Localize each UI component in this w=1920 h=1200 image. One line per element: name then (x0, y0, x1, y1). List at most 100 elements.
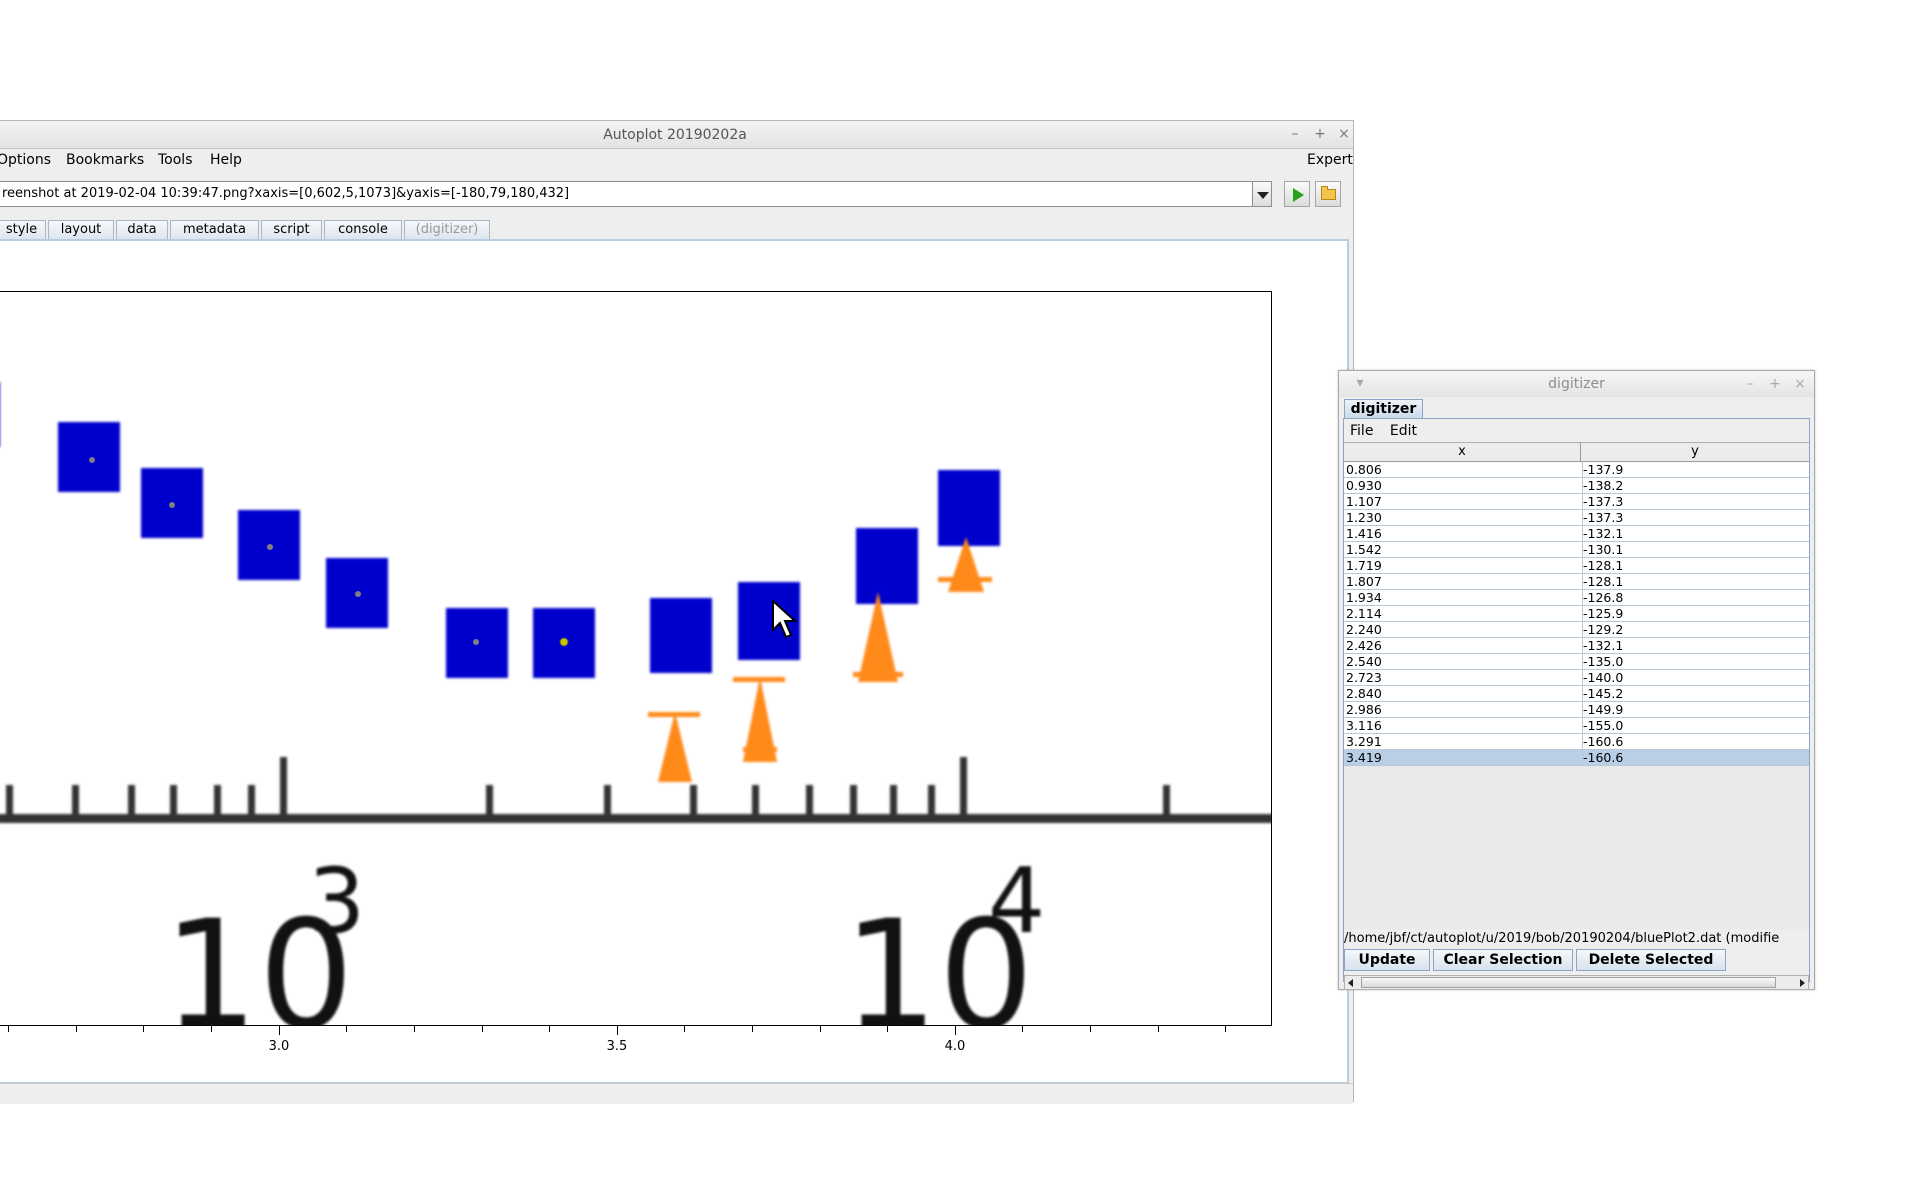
tab-script[interactable]: script (261, 220, 322, 239)
table-row[interactable]: 2.426 -132.1 (1344, 638, 1809, 654)
table-row[interactable]: 1.107 -137.3 (1344, 494, 1809, 510)
minimize-icon[interactable]: – (1288, 126, 1302, 142)
tab-digitizer-panel[interactable]: digitizer (1344, 399, 1423, 419)
cell-x[interactable]: 1.107 (1344, 494, 1583, 509)
menu-edit[interactable]: Edit (1390, 423, 1417, 439)
table-row[interactable]: 3.291 -160.6 (1344, 734, 1809, 750)
cell-y[interactable]: -129.2 (1581, 622, 1809, 637)
cell-x[interactable]: 1.807 (1344, 574, 1583, 589)
table-row[interactable]: 2.240 -129.2 (1344, 622, 1809, 638)
cell-y[interactable]: -137.3 (1581, 494, 1809, 509)
plot-area[interactable]: 10 3 10 4 (0, 291, 1272, 1026)
tab-console[interactable]: console (324, 220, 402, 239)
cell-y[interactable]: -137.3 (1581, 510, 1809, 525)
close-icon[interactable]: × (1793, 376, 1807, 392)
cell-y[interactable]: -149.9 (1581, 702, 1809, 717)
cell-y[interactable]: -135.0 (1581, 654, 1809, 669)
table-row[interactable]: 2.723 -140.0 (1344, 670, 1809, 686)
menu-file[interactable]: File (1350, 423, 1373, 439)
cell-y[interactable]: -140.0 (1581, 670, 1809, 685)
cell-y[interactable]: -128.1 (1581, 574, 1809, 589)
cell-x[interactable]: 1.542 (1344, 542, 1583, 557)
table-row[interactable]: 1.934 -126.8 (1344, 590, 1809, 606)
cell-x[interactable]: 1.230 (1344, 510, 1583, 525)
cell-x[interactable]: 3.291 (1344, 734, 1583, 749)
maximize-icon[interactable]: + (1313, 126, 1327, 142)
table-row[interactable]: 1.230 -137.3 (1344, 510, 1809, 526)
update-button[interactable]: Update (1344, 949, 1430, 971)
cell-y[interactable]: -132.1 (1581, 526, 1809, 541)
table-row[interactable]: 0.806 -137.9 (1344, 462, 1809, 478)
cell-x[interactable]: 0.930 (1344, 478, 1583, 493)
cell-y[interactable]: -137.9 (1581, 462, 1809, 477)
digitizer-title-bar[interactable]: ▾ digitizer – + × (1339, 371, 1814, 397)
cell-y[interactable]: -145.2 (1581, 686, 1809, 701)
cell-y[interactable]: -130.1 (1581, 542, 1809, 557)
cell-x[interactable]: 2.426 (1344, 638, 1583, 653)
table-row[interactable]: 2.540 -135.0 (1344, 654, 1809, 670)
cell-x[interactable]: 2.986 (1344, 702, 1583, 717)
tab-metadata[interactable]: metadata (170, 220, 259, 239)
cell-y[interactable]: -138.2 (1581, 478, 1809, 493)
cell-x[interactable]: 1.934 (1344, 590, 1583, 605)
table-row[interactable]: 1.542 -130.1 (1344, 542, 1809, 558)
column-header-x[interactable]: x (1344, 443, 1581, 461)
browse-button[interactable] (1315, 181, 1341, 207)
cell-y[interactable]: -125.9 (1581, 606, 1809, 621)
title-bar[interactable]: Autoplot 20190202a – + × (0, 121, 1353, 149)
cell-x[interactable]: 2.540 (1344, 654, 1583, 669)
cell-x[interactable]: 2.114 (1344, 606, 1583, 621)
table-row[interactable]: 2.986 -149.9 (1344, 702, 1809, 718)
cell-y[interactable]: -128.1 (1581, 558, 1809, 573)
tab-digitizer[interactable]: (digitizer) (404, 220, 490, 239)
cell-x[interactable]: 0.806 (1344, 462, 1583, 477)
table-row[interactable]: 3.116 -155.0 (1344, 718, 1809, 734)
table-row[interactable]: 2.840 -145.2 (1344, 686, 1809, 702)
table-row[interactable]: 1.416 -132.1 (1344, 526, 1809, 542)
expert-menu[interactable]: Expert (1307, 152, 1353, 168)
x-minor-tick (820, 1026, 821, 1032)
cell-x[interactable]: 2.723 (1344, 670, 1583, 685)
menu-tools[interactable]: Tools (158, 152, 193, 168)
menu-bookmarks[interactable]: Bookmarks (66, 152, 144, 168)
cell-x[interactable]: 2.240 (1344, 622, 1583, 637)
maximize-icon[interactable]: + (1768, 376, 1782, 392)
table-row[interactable]: 1.719 -128.1 (1344, 558, 1809, 574)
data-source-url-input[interactable]: reenshot at 2019-02-04 10:39:47.png?xaxi… (0, 181, 1253, 207)
url-history-dropdown[interactable] (1252, 181, 1272, 207)
scroll-left-icon[interactable] (1348, 979, 1353, 987)
menu-help[interactable]: Help (210, 152, 242, 168)
minimize-icon[interactable]: – (1743, 376, 1757, 392)
window-title: Autoplot 20190202a (603, 127, 747, 143)
close-icon[interactable]: × (1337, 126, 1351, 142)
table-row[interactable]: 2.114 -125.9 (1344, 606, 1809, 622)
x-minor-tick (211, 1026, 212, 1032)
x-minor-tick (8, 1026, 9, 1032)
menu-options[interactable]: Options (0, 152, 51, 168)
tab-style[interactable]: style (0, 220, 46, 239)
cell-x[interactable]: 2.840 (1344, 686, 1583, 701)
cell-y[interactable]: -155.0 (1581, 718, 1809, 733)
horizontal-scrollbar[interactable] (1344, 975, 1809, 990)
tab-layout[interactable]: layout (48, 220, 114, 239)
cell-y[interactable]: -126.8 (1581, 590, 1809, 605)
scroll-right-icon[interactable] (1800, 979, 1805, 987)
points-table[interactable]: x y 0.806 -137.9 0.930 -138.2 1.107 -137.3 1.2… (1344, 442, 1809, 929)
cell-y[interactable]: -160.6 (1581, 734, 1809, 749)
x-minor-tick (76, 1026, 77, 1032)
table-row[interactable]: 1.807 -128.1 (1344, 574, 1809, 590)
clear-selection-button[interactable]: Clear Selection (1433, 949, 1573, 971)
column-header-y[interactable]: y (1581, 443, 1809, 461)
cell-x[interactable]: 3.116 (1344, 718, 1583, 733)
cell-y[interactable]: -132.1 (1581, 638, 1809, 653)
cell-y[interactable]: -160.6 (1581, 750, 1809, 765)
table-row[interactable]: 0.930 -138.2 (1344, 478, 1809, 494)
plot-go-button[interactable] (1284, 181, 1310, 207)
scrollbar-thumb[interactable] (1361, 977, 1776, 988)
table-row[interactable]: 3.419 -160.6 (1344, 750, 1809, 766)
delete-selected-button[interactable]: Delete Selected (1576, 949, 1726, 971)
cell-x[interactable]: 1.416 (1344, 526, 1583, 541)
cell-x[interactable]: 1.719 (1344, 558, 1583, 573)
tab-data[interactable]: data (116, 220, 168, 239)
cell-x[interactable]: 3.419 (1344, 750, 1583, 765)
